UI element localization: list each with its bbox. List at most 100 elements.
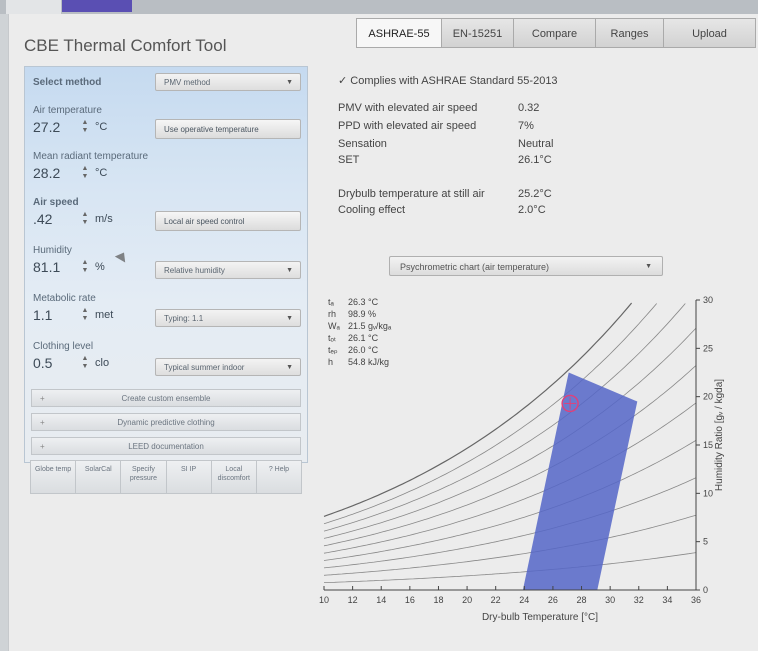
y-tick-label: 25 <box>703 343 713 353</box>
clothing-level-label: Clothing level <box>33 341 94 352</box>
result-value: 0.32 <box>518 102 540 114</box>
tab-en-15251[interactable]: EN-15251 <box>442 18 514 48</box>
leed-documentation-button[interactable]: + LEED documentation <box>31 437 301 455</box>
rh-curve-10 <box>323 552 697 583</box>
readout-value: 26.3 °C <box>348 297 379 307</box>
chevron-down-icon: ▼ <box>286 79 293 86</box>
local-discomfort-button[interactable]: Local discomfort <box>211 460 257 494</box>
air-temperature-unit: °C <box>95 121 108 133</box>
readout-value: 54.8 kJ/kg <box>348 357 390 367</box>
clothing-level-stepper[interactable]: ▲ ▼ <box>81 355 89 371</box>
tab-ranges[interactable]: Ranges <box>596 18 664 48</box>
readout-symbol: tₐ <box>328 297 334 307</box>
metabolic-rate-unit: met <box>95 309 114 321</box>
create-custom-ensemble-label: Create custom ensemble <box>121 394 211 403</box>
result-value: 26.1°C <box>518 154 552 166</box>
activity-select[interactable]: Typing: 1.1 ▼ <box>155 309 301 327</box>
comfort-zone <box>522 372 638 590</box>
air-temperature-label: Air temperature <box>33 105 102 116</box>
activity-value: Typing: 1.1 <box>164 314 204 323</box>
result-value: Neutral <box>518 138 554 150</box>
mean-radiant-temperature-input[interactable]: 28.2 <box>33 165 60 181</box>
readout-symbol: tₒₜ <box>328 333 337 343</box>
solarcal-button[interactable]: SolarCal <box>76 460 122 494</box>
y-axis-label: Humidity Ratio [gᵥ / kgda] <box>714 379 725 491</box>
readout-value: 26.0 °C <box>348 345 379 355</box>
x-ticks: 10 12 14 16 18 20 22 24 26 28 30 32 34 36 <box>319 586 701 605</box>
readout-value: 21.5 gᵥ/kgₐ <box>348 321 392 331</box>
plus-icon: + <box>40 442 45 451</box>
y-tick-label: 5 <box>703 537 708 547</box>
browser-active-tab[interactable] <box>62 0 132 12</box>
specify-pressure-button[interactable]: Specify pressure <box>121 460 167 494</box>
air-speed-input[interactable]: .42 <box>33 211 52 227</box>
y-tick-label: 15 <box>703 440 713 450</box>
standard-tabs: ASHRAE-55 EN-15251 Compare Ranges Upload <box>356 18 756 48</box>
rh-curve-60 <box>323 365 697 547</box>
humidity-label: Humidity <box>33 245 72 256</box>
air-temperature-input[interactable]: 27.2 <box>33 119 60 135</box>
air-temperature-stepper[interactable]: ▲ ▼ <box>81 119 89 135</box>
metabolic-rate-input[interactable]: 1.1 <box>33 307 52 323</box>
humidity-type-value: Relative humidity <box>164 266 225 275</box>
local-air-speed-control-button[interactable]: Local air speed control <box>155 211 301 231</box>
air-speed-stepper[interactable]: ▲ ▼ <box>81 211 89 227</box>
method-label: Select method <box>33 77 102 88</box>
si-ip-button[interactable]: SI IP <box>166 460 212 494</box>
humidity-unit: % <box>95 261 105 273</box>
use-operative-temperature-button[interactable]: Use operative temperature <box>155 119 301 139</box>
clothing-level-input[interactable]: 0.5 <box>33 355 52 371</box>
readout-symbol: h <box>328 357 334 367</box>
air-speed-unit: m/s <box>95 213 113 225</box>
clothing-ensemble-value: Typical summer indoor <box>164 363 245 372</box>
humidity-type-select[interactable]: Relative humidity ▼ <box>155 261 301 279</box>
rh-curve-20 <box>323 514 697 576</box>
result-value: 7% <box>518 120 534 132</box>
globe-temp-button[interactable]: Globe temp <box>30 460 77 494</box>
tab-upload[interactable]: Upload <box>664 18 756 48</box>
help-button[interactable]: ? Help <box>256 460 303 494</box>
humidity-input[interactable]: 81.1 <box>33 259 60 275</box>
metabolic-rate-label: Metabolic rate <box>33 293 96 304</box>
x-tick-label: 28 <box>577 595 587 605</box>
dynamic-predictive-clothing-button[interactable]: + Dynamic predictive clothing <box>31 413 301 431</box>
readout-row: tₐ 26.3 °C <box>328 296 391 308</box>
readout-symbol: Wₐ <box>328 321 340 331</box>
readout-value: 26.1 °C <box>348 333 379 343</box>
mean-radiant-temperature-label: Mean radiant temperature <box>33 151 149 162</box>
tab-compare[interactable]: Compare <box>514 18 596 48</box>
y-tick-label: 0 <box>703 585 708 595</box>
readout-row: tₒₜ 26.1 °C <box>328 332 391 344</box>
chevron-down-icon: ▼ <box>286 364 293 371</box>
y-tick-label: 10 <box>703 488 713 498</box>
humidity-stepper[interactable]: ▲ ▼ <box>81 259 89 275</box>
create-custom-ensemble-button[interactable]: + Create custom ensemble <box>31 389 301 407</box>
state-readout: tₐ 26.3 °C rh 98.9 % Wₐ 21.5 gᵥ/kgₐ tₒₜ 26.1… <box>328 296 391 368</box>
result-value: 25.2°C <box>518 188 552 200</box>
chart-type-value: Psychrometric chart (air temperature) <box>400 262 550 272</box>
clothing-ensemble-select[interactable]: Typical summer indoor ▼ <box>155 358 301 376</box>
x-tick-label: 16 <box>405 595 415 605</box>
chart-type-select[interactable]: Psychrometric chart (air temperature) ▼ <box>389 256 663 276</box>
x-tick-label: 24 <box>519 595 529 605</box>
x-axis-label: Dry-bulb Temperature [°C] <box>482 612 598 623</box>
plus-icon: + <box>40 394 45 403</box>
result-label: Sensation <box>338 138 387 150</box>
chevron-down-icon: ▼ <box>286 315 293 322</box>
method-select-value: PMV method <box>164 78 211 87</box>
mean-radiant-temperature-stepper[interactable]: ▲ ▼ <box>81 165 89 181</box>
browser-tab[interactable] <box>6 0 61 14</box>
state-point <box>561 394 579 413</box>
result-label: Cooling effect <box>338 204 406 216</box>
result-label: PPD with elevated air speed <box>338 120 477 132</box>
air-speed-label: Air speed <box>33 197 79 208</box>
input-panel: Select method PMV method ▼ Air temperatu… <box>24 66 308 463</box>
tab-ashrae-55[interactable]: ASHRAE-55 <box>356 18 442 48</box>
y-tick-label: 30 <box>703 295 713 305</box>
method-select[interactable]: PMV method ▼ <box>155 73 301 91</box>
metabolic-rate-stepper[interactable]: ▲ ▼ <box>81 307 89 323</box>
y-ticks: 0 5 10 15 20 25 30 <box>696 295 713 595</box>
x-tick-label: 36 <box>691 595 701 605</box>
y-tick-label: 20 <box>703 392 713 402</box>
chevron-down-icon: ▼ <box>286 267 293 274</box>
